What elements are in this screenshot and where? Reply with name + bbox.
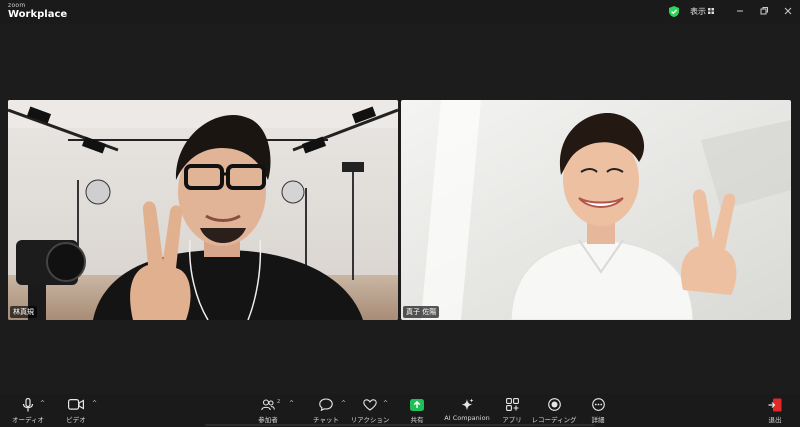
participants-button[interactable]: 参加者 [240,396,296,424]
video-camera-icon [68,399,84,410]
leave-button[interactable]: 退出 [747,396,800,424]
apps-icon [505,398,519,411]
record-icon [547,398,561,411]
heart-icon [363,398,377,411]
participant-name-tag: 真子 佐陽 [403,306,440,318]
participants-label: 参加者 [258,416,278,424]
close-icon[interactable] [782,5,794,17]
participants-icon [261,398,275,410]
title-bar: zoom Workplace 表示 [0,0,800,24]
participant-name-tag: 林真規 [10,306,37,318]
grid-view-icon[interactable] [708,8,714,14]
more-label: 詳細 [591,416,605,424]
leave-label: 退出 [768,416,782,424]
leave-door-icon [768,398,782,411]
brand-large: Workplace [8,9,68,20]
participants-options-caret[interactable]: ^ [289,400,294,407]
reactions-options-caret[interactable]: ^ [383,400,388,407]
video-label: ビデオ [66,416,86,424]
audio-options-caret[interactable]: ^ [40,400,45,407]
shield-check-icon[interactable] [669,6,679,17]
participant-1-video [8,100,398,320]
restore-icon[interactable] [758,5,770,17]
chat-bubble-icon [319,398,333,411]
share-screen-icon [410,398,424,411]
more-options-icon [591,398,605,411]
participant-2-video [401,100,791,320]
view-menu-label[interactable]: 表示 [690,6,706,17]
more-button[interactable]: 詳細 [570,396,626,424]
video-tile-participant-1[interactable]: 林真規 [8,100,398,320]
participants-count: 2 [277,399,281,405]
video-options-caret[interactable]: ^ [92,400,97,407]
app-logo: zoom Workplace [8,3,67,20]
ai-sparkle-icon [461,398,474,410]
video-tile-participant-2[interactable]: 真子 佐陽 [401,100,791,320]
microphone-icon [22,397,34,411]
meeting-toolbar: オーディオ ^ ビデオ ^ 参加者 2 ^ チャット ^ リアクション ^ 共有… [0,394,800,427]
minimize-icon[interactable] [734,5,746,17]
toolbar-scroll-indicator [205,424,595,426]
